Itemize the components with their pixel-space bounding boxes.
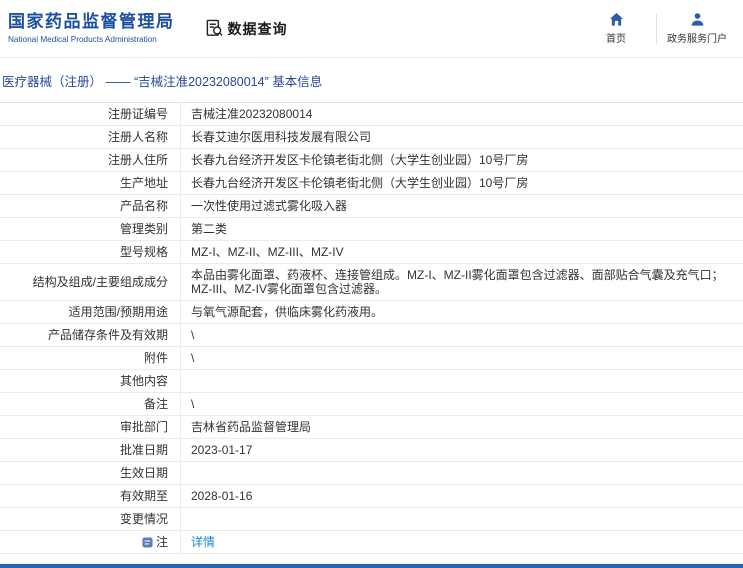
note-icon [142,536,153,548]
row-label: 管理类别 [0,218,181,240]
site-logo-title: 国家药品监督管理局 National Medical Products Admi… [8,12,175,44]
user-icon [690,12,705,27]
row-value [181,508,743,530]
row-value: 吉林省药品监督管理局 [191,420,312,434]
table-row: 变更情况 [0,508,743,531]
row-value: 详情 [181,531,743,553]
row-value: MZ-I、MZ-II、MZ-III、MZ-IV [191,245,344,259]
row-value: 2028-01-16 [191,489,253,503]
nav-home[interactable]: 首页 [580,12,652,45]
row-label: 注册人名称 [0,126,181,148]
table-row: 生产地址 长春九台经济开发区卡伦镇老街北侧（大学生创业园）10号厂房 [0,172,743,195]
table-row: 有效期至 2028-01-16 [0,485,743,508]
row-value: \ [191,397,195,411]
row-label: 适用范围/预期用途 [0,301,181,323]
table-row: 注册证编号 吉械注准20232080014 [0,103,743,126]
data-query-icon [205,19,224,38]
row-value [181,370,743,392]
table-row: 注册人名称 长春艾迪尔医用科技发展有限公司 [0,126,743,149]
site-subtitle: National Medical Products Administration [8,34,157,44]
nav-divider [656,13,657,44]
nav-portal-label: 政务服务门户 [667,34,727,45]
row-label: 型号规格 [0,241,181,263]
table-row: 产品储存条件及有效期 \ [0,324,743,347]
row-value: 第二类 [191,222,228,236]
row-label: 变更情况 [0,508,181,530]
table-row: 批准日期 2023-01-17 [0,439,743,462]
row-label: 其他内容 [0,370,181,392]
table-row: 管理类别 第二类 [0,218,743,241]
row-value: 2023-01-17 [191,443,253,457]
row-value: 本品由雾化面罩、药液杯、连接管组成。MZ-I、MZ-II雾化面罩包含过滤器、面部… [191,268,724,296]
home-icon [609,12,624,27]
row-value: 长春九台经济开发区卡伦镇老街北侧（大学生创业园）10号厂房 [191,176,529,190]
table-row: 附件 \ [0,347,743,370]
site-title: 国家药品监督管理局 [8,12,175,32]
row-value: \ [191,351,195,365]
table-row: 型号规格 MZ-I、MZ-II、MZ-III、MZ-IV [0,241,743,264]
row-label: 批准日期 [0,439,181,461]
table-row: 审批部门 吉林省药品监督管理局 [0,416,743,439]
row-value: 与氧气源配套，供临床雾化药液用。 [191,305,384,319]
row-value: 吉械注准20232080014 [191,107,313,121]
registration-detail-table: 注册证编号 吉械注准20232080014 注册人名称 长春艾迪尔医用科技发展有… [0,102,743,554]
nav-portal[interactable]: 政务服务门户 [661,12,733,45]
data-query-header: 数据查询 [205,19,288,39]
row-value: 长春艾迪尔医用科技发展有限公司 [191,130,372,144]
row-label: 产品储存条件及有效期 [0,324,181,346]
table-row: 适用范围/预期用途 与氧气源配套，供临床雾化药液用。 [0,301,743,324]
page-title: 医疗器械（注册） —— “吉械注准20232080014” 基本信息 [2,74,323,89]
row-label: 生效日期 [0,462,181,484]
row-value: \ [191,328,195,342]
nav-home-label: 首页 [606,34,626,45]
table-row: 生效日期 [0,462,743,485]
table-row: 产品名称 一次性使用过滤式雾化吸入器 [0,195,743,218]
table-row: 结构及组成/主要组成成分 本品由雾化面罩、药液杯、连接管组成。MZ-I、MZ-I… [0,264,743,301]
row-label: 注册证编号 [0,103,181,125]
row-label: 审批部门 [0,416,181,438]
row-label: 结构及组成/主要组成成分 [0,264,181,300]
row-label: 产品名称 [0,195,181,217]
row-label: 生产地址 [0,172,181,194]
row-label: 有效期至 [0,485,181,507]
row-value: 长春九台经济开发区卡伦镇老街北侧（大学生创业园）10号厂房 [191,153,529,167]
row-label: 附件 [0,347,181,369]
row-value: 一次性使用过滤式雾化吸入器 [191,199,348,213]
section-title: 数据查询 [227,20,288,37]
row-label: 备注 [0,393,181,415]
table-row: 其他内容 [0,370,743,393]
table-row: 备注 \ [0,393,743,416]
table-row: 注 详情 [0,531,743,554]
header: 国家药品监督管理局 National Medical Products Admi… [0,0,743,58]
row-label: 注 [0,531,181,553]
row-value [181,462,743,484]
detail-link[interactable]: 详情 [191,535,215,549]
row-label: 注册人住所 [0,149,181,171]
row-label-text: 注 [155,535,168,549]
footer-bar [0,564,743,568]
table-row: 注册人住所 长春九台经济开发区卡伦镇老街北侧（大学生创业园）10号厂房 [0,149,743,172]
